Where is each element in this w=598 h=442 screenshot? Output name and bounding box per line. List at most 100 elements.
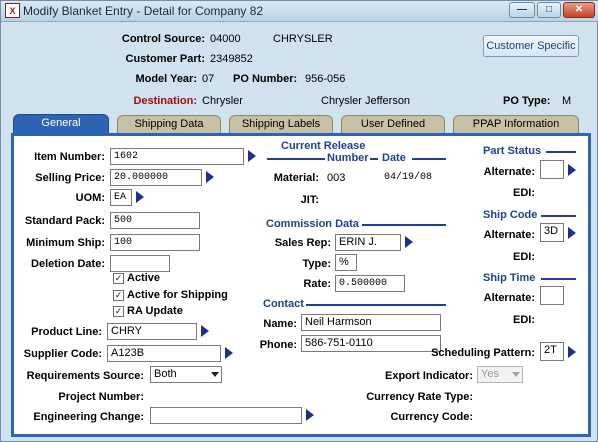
- control-source-value: 04000: [210, 33, 241, 45]
- active-for-shipping-label: Active for Shipping: [127, 289, 228, 301]
- rate-input[interactable]: 0.500000: [335, 275, 405, 292]
- supplier-code-input[interactable]: A123B: [107, 345, 221, 362]
- sales-rep-lookup-icon[interactable]: [405, 236, 413, 248]
- part-status-alternate-input[interactable]: [540, 160, 564, 179]
- ship-code-divider: [541, 215, 576, 217]
- tab-user-defined[interactable]: User Defined: [341, 115, 445, 133]
- product-line-lookup-icon[interactable]: [201, 325, 209, 337]
- selling-price-input[interactable]: 20.000000: [110, 169, 202, 186]
- chevron-down-icon: [512, 372, 520, 377]
- destination-name: Chrysler Jefferson: [321, 95, 411, 107]
- checkmark-icon: ✓: [114, 290, 123, 300]
- maximize-icon: □: [545, 4, 553, 15]
- part-status-lookup-icon[interactable]: [568, 164, 576, 176]
- standard-pack-label: Standard Pack:: [24, 215, 105, 227]
- item-number-label: Item Number:: [34, 151, 105, 163]
- currency-rate-type-label: Currency Rate Type:: [366, 391, 473, 403]
- modify-blanket-entry-window: X Modify Blanket Entry - Detail for Comp…: [0, 0, 598, 442]
- selling-price-label: Selling Price:: [35, 172, 105, 184]
- commission-data-title: Commission Data: [266, 218, 359, 230]
- ship-code-lookup-icon[interactable]: [568, 227, 576, 239]
- uom-lookup-icon[interactable]: [136, 191, 144, 203]
- contact-divider: [306, 304, 446, 306]
- current-release-divider: [370, 158, 378, 160]
- checkmark-icon: ✓: [114, 273, 123, 283]
- uom-input[interactable]: EA: [110, 189, 132, 206]
- engineering-change-input[interactable]: [150, 407, 302, 424]
- destination-value: Chrysler: [202, 95, 243, 107]
- checkmark-icon: ✓: [114, 306, 123, 316]
- item-number-input[interactable]: 1602: [110, 148, 244, 165]
- part-status-alternate-label: Alternate:: [483, 166, 535, 178]
- supplier-code-label: Supplier Code:: [23, 348, 102, 360]
- part-status-edi-label: EDI:: [513, 187, 535, 199]
- part-status-divider: [546, 151, 576, 153]
- material-label: Material:: [273, 172, 319, 184]
- ship-code-title: Ship Code: [483, 209, 538, 221]
- export-indicator-select[interactable]: Yes: [477, 366, 523, 383]
- scheduling-pattern-label: Scheduling Pattern:: [431, 347, 535, 359]
- material-number: 003: [327, 172, 346, 184]
- tab-shipping-data[interactable]: Shipping Data: [117, 115, 221, 133]
- maximize-button[interactable]: □: [537, 2, 561, 18]
- ship-time-divider: [541, 278, 576, 280]
- tab-shipping-labels[interactable]: Shipping Labels: [229, 115, 333, 133]
- commission-data-divider: [362, 224, 446, 226]
- minimize-button[interactable]: —: [509, 2, 535, 18]
- scheduling-pattern-lookup-icon[interactable]: [568, 346, 576, 358]
- active-checkbox[interactable]: ✓: [113, 273, 124, 284]
- rate-label: Rate:: [303, 278, 331, 290]
- engineering-change-lookup-icon[interactable]: [306, 409, 314, 421]
- contact-name-label: Name:: [263, 318, 297, 330]
- selling-price-lookup-icon[interactable]: [206, 171, 214, 183]
- ship-code-alternate-input[interactable]: 3D: [540, 223, 564, 242]
- current-release-divider: [412, 158, 446, 160]
- jit-label: JIT:: [300, 194, 319, 206]
- export-indicator-value: Yes: [481, 368, 499, 380]
- scheduling-pattern-input[interactable]: 2T: [540, 342, 564, 361]
- window-title: Modify Blanket Entry - Detail for Compan…: [23, 4, 264, 18]
- uom-label: UOM:: [75, 192, 105, 204]
- supplier-code-lookup-icon[interactable]: [225, 347, 233, 359]
- po-number-label: PO Number:: [233, 73, 298, 85]
- customer-part-value: 2349852: [210, 53, 253, 65]
- tab-ppap-information[interactable]: PPAP Information: [453, 115, 579, 133]
- ra-update-label: RA Update: [127, 305, 183, 317]
- contact-name-input[interactable]: Neil Harmson: [301, 314, 441, 331]
- engineering-change-label: Engineering Change:: [33, 411, 144, 423]
- ship-code-edi-label: EDI:: [513, 251, 535, 263]
- deletion-date-label: Deletion Date:: [31, 258, 105, 270]
- ship-time-alternate-input[interactable]: [540, 286, 564, 305]
- deletion-date-input[interactable]: [110, 255, 170, 272]
- requirements-source-select[interactable]: Both: [150, 366, 222, 383]
- ship-time-edi-label: EDI:: [513, 314, 535, 326]
- chevron-down-icon: [211, 372, 219, 377]
- destination-label: Destination:: [133, 95, 197, 107]
- standard-pack-input[interactable]: 500: [110, 212, 200, 229]
- ra-update-checkbox[interactable]: ✓: [113, 306, 124, 317]
- current-release-date-header: Date: [382, 152, 406, 164]
- minimum-ship-input[interactable]: 100: [110, 234, 200, 251]
- item-number-lookup-icon[interactable]: [248, 150, 256, 162]
- active-label: Active: [127, 272, 161, 284]
- customer-part-label: Customer Part:: [125, 53, 205, 65]
- title-bar[interactable]: X Modify Blanket Entry - Detail for Comp…: [1, 1, 598, 22]
- po-type-value: M: [562, 95, 572, 107]
- sales-rep-label: Sales Rep:: [274, 237, 331, 249]
- product-line-label: Product Line:: [31, 326, 102, 338]
- minimum-ship-label: Minimum Ship:: [26, 237, 105, 249]
- material-date: 04/19/08: [384, 172, 433, 183]
- customer-specific-button[interactable]: Customer Specific: [483, 35, 579, 57]
- current-release-title: Current Release: [281, 140, 366, 152]
- sales-rep-input[interactable]: ERIN J.: [335, 234, 401, 251]
- requirements-source-value: Both: [154, 368, 177, 380]
- po-type-label: PO Type:: [503, 95, 551, 107]
- app-icon[interactable]: X: [5, 3, 20, 18]
- tab-general[interactable]: General: [13, 114, 109, 134]
- active-for-shipping-checkbox[interactable]: ✓: [113, 290, 124, 301]
- product-line-input[interactable]: CHRY: [107, 323, 197, 340]
- model-year-value: 07: [202, 73, 215, 85]
- type-input[interactable]: %: [335, 254, 357, 271]
- export-indicator-label: Export Indicator:: [384, 370, 473, 382]
- close-button[interactable]: ✕: [563, 2, 595, 18]
